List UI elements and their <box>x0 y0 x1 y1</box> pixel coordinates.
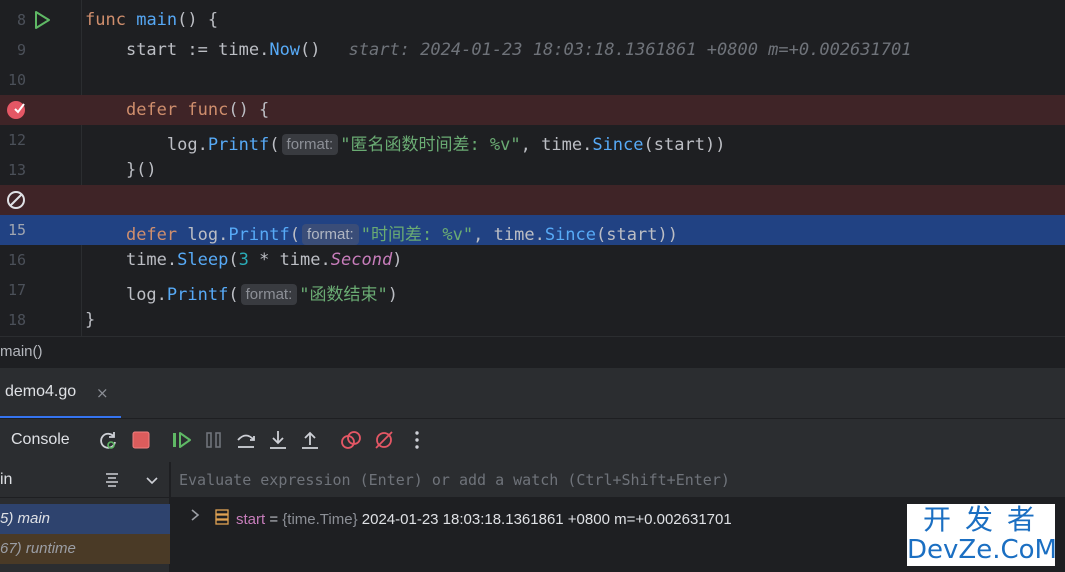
evaluate-bar <box>171 462 1065 498</box>
line-number: 8 <box>16 11 26 29</box>
pause-icon[interactable] <box>203 429 225 451</box>
parameter-hint: format: <box>281 134 339 155</box>
debug-tabs: demo4.go × <box>0 367 1065 419</box>
stop-icon[interactable] <box>130 429 152 451</box>
tab-demo4[interactable]: demo4.go × <box>0 368 121 419</box>
view-breakpoints-icon[interactable] <box>340 429 362 451</box>
align-icon[interactable] <box>104 472 120 488</box>
step-into-icon[interactable] <box>267 429 289 451</box>
code-line-9[interactable]: 9 start := time.Now() start: 2024-01-23 1… <box>0 35 1065 65</box>
variable-icon <box>215 509 229 525</box>
debug-toolbar: Console <box>0 418 1065 462</box>
code-line-18[interactable]: 18 } <box>0 305 1065 335</box>
frame-item-main[interactable]: 5) main <box>0 504 170 534</box>
thread-selector[interactable]: in <box>0 471 12 489</box>
run-icon[interactable] <box>32 10 52 30</box>
variable-value: 2024-01-23 18:03:18.1361861 +0800 m=+0.0… <box>357 511 732 528</box>
code-editor[interactable]: 8 func main() { 9 start := time.Now() sta… <box>0 0 1065 336</box>
variable-type: {time.Time} <box>282 511 358 528</box>
mute-breakpoints-icon[interactable] <box>373 429 395 451</box>
more-options-icon[interactable] <box>406 429 428 451</box>
code-line-11[interactable]: defer func() { <box>0 95 1065 125</box>
rerun-icon[interactable] <box>97 429 119 451</box>
resume-icon[interactable] <box>171 429 193 451</box>
frames-panel: in 5) main 67) runtime <box>0 462 170 572</box>
inline-debug-value: start: 2024-01-23 18:03:18.1361861 +0800… <box>348 40 912 60</box>
evaluate-expression-input[interactable] <box>179 469 1039 491</box>
frame-item-runtime[interactable]: 67) runtime <box>0 534 170 564</box>
line-number: 13 <box>7 161 26 179</box>
code-line-10[interactable]: 10 <box>0 65 1065 95</box>
line-number: 17 <box>7 281 26 299</box>
watermark-cn: 开发者 <box>922 503 1049 536</box>
variable-text: start = {time.Time} 2024-01-23 18:03:18.… <box>236 511 732 528</box>
code-line-16[interactable]: 16 time.Sleep(3 * time.Second) <box>0 245 1065 275</box>
watermark-en: DevZe.CoM <box>907 535 1057 565</box>
code-line-13[interactable]: 13 }() <box>0 155 1065 185</box>
code-line-15-current[interactable]: 15 defer log.Printf(format: "时间差: %v", ti… <box>0 215 1065 245</box>
breadcrumb[interactable]: main() <box>0 336 1065 366</box>
step-over-icon[interactable] <box>235 429 257 451</box>
code-line-14[interactable] <box>0 185 1065 215</box>
step-out-icon[interactable] <box>299 429 321 451</box>
watermark-logo: 开发者 DevZe.CoM <box>907 503 1057 566</box>
close-icon[interactable]: × <box>96 384 109 402</box>
frames-header: in <box>0 462 170 498</box>
chevron-down-icon[interactable] <box>146 474 158 486</box>
breakpoint-verified-icon[interactable] <box>6 100 26 120</box>
parameter-hint: format: <box>240 284 298 305</box>
line-number: 16 <box>7 251 26 269</box>
expand-arrow-icon[interactable] <box>189 508 201 522</box>
line-number: 15 <box>7 221 26 239</box>
breadcrumb-item[interactable]: main() <box>0 343 43 360</box>
line-number: 18 <box>7 311 26 329</box>
code-line-17[interactable]: 17 log.Printf(format: "函数结束") <box>0 275 1065 305</box>
line-number: 12 <box>7 131 26 149</box>
breakpoint-muted-icon[interactable] <box>6 190 26 210</box>
code-line-12[interactable]: 12 log.Printf(format: "匿名函数时间差: %v", time… <box>0 125 1065 155</box>
console-tab[interactable]: Console <box>11 431 70 449</box>
line-number: 9 <box>16 41 26 59</box>
tab-label: demo4.go <box>5 383 77 400</box>
variable-name: start <box>236 511 266 528</box>
line-number: 10 <box>7 71 26 89</box>
code-line-8[interactable]: 8 func main() { <box>0 5 1065 35</box>
parameter-hint: format: <box>302 224 359 245</box>
